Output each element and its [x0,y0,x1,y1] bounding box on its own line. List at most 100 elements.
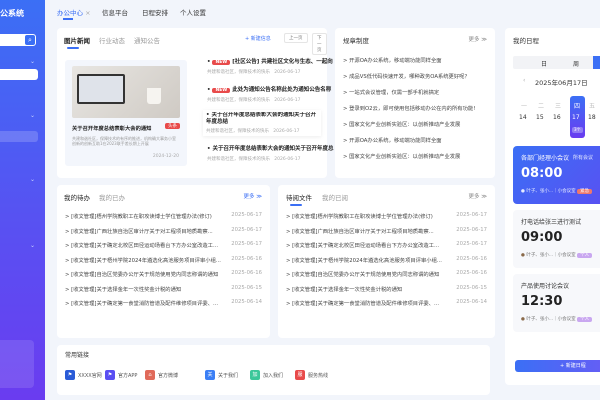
news-item[interactable]: • NEW [社区公告] 共建社区文化与生态、一起向 共建和谐社区，保障技术的快乐 … [207,57,337,75]
tab-office-center[interactable]: 办公中心 × [57,7,91,17]
event-card[interactable]: 各部门经理小会议 所有会议 08:00 ● 叶子、张小...｜小会议室 紧急 [513,146,600,204]
tab-pending-docs[interactable]: 待阅文件 [286,192,312,202]
news-item[interactable]: • 关于召开年度总结表彰大会的通知关于召开年度总结 共建和谐社区，保障技术的快乐 … [203,110,321,136]
new-schedule-button[interactable]: + 新建日程 [515,360,600,372]
list-item[interactable]: > [收文管理]关于选择金年一次性奖金计税的通知 2025-06-15 [286,285,487,295]
item-title: > [收文管理]关于确定第一食堂消防管道及配件维修项目评委、... [286,301,440,307]
tab-my-done[interactable]: 我的已办 [99,192,125,202]
next-page-button[interactable]: 下一页 [312,33,327,55]
list-item[interactable]: > [收文管理]关于确定第一食堂消防管道及配件维修项目评委、... 2025-06… [65,299,262,309]
news-item[interactable]: • NEW 此处为通知公告名称此处为通知公告名称 共建和谐社区，保障技术的快乐 20… [207,85,337,103]
item-title: > [收文管理]自治区党委办公厅关于规范使用党内同志称谓的通知 [286,272,440,278]
rule-item[interactable]: > 开源OA办公系统，移动端功能同样全面 [343,56,487,66]
avatar: ● [521,253,525,258]
close-icon[interactable]: × [85,9,90,17]
day-cell[interactable]: 18 [588,114,596,121]
link-icon: 加 [250,370,260,380]
link-label: 关于我们 [218,372,239,379]
list-item[interactable]: > [收文管理]关于确定北校区田径运动场看台下方办公室改造工... 2025-06… [65,241,262,251]
link-label: 加入我们 [263,372,284,379]
item-date: 2025-06-16 [456,270,487,276]
item-title: > [收文管理]关于确定北校区田径运动场看台下方办公室改造工... [65,243,219,249]
list-item[interactable]: > [收文管理]广西壮族自治区审计厅关于对工程项目地质勘察... 2025-06-… [65,227,262,237]
event-name: 各部门经理小会议 [521,155,570,162]
quick-link[interactable]: ⌂ 官方微博 [145,370,178,380]
prev-page-button[interactable]: 上一页 [284,33,308,43]
tab-my-todo[interactable]: 我的待办 [64,192,90,202]
sidebar-item-active[interactable] [0,69,38,80]
event-card[interactable]: 产品使用讨论会议 12:30 ● 叶子、张小...｜小会议室 个人 [513,274,600,332]
search-input[interactable]: ⌕ [0,34,36,46]
links-title: 常用链接 [65,352,90,359]
event-time: 08:00 [521,166,563,181]
list-item[interactable]: > [收文管理]关于梧州学院2024年遴选化高池服务项目评审小组... 2025-… [286,256,487,266]
rule-item[interactable]: > 国家文化产业创新实验区：以创新推动产业发展 [343,152,487,162]
search-icon[interactable]: ⌕ [25,35,35,45]
rule-item[interactable]: > 开源OA办公系统，移动端功能同样全面 [343,136,487,146]
sidebar-item-highlight[interactable] [0,131,38,142]
day-cell-today[interactable]: 17 [572,114,580,121]
sidebar: 公系统 ⌕ ⌄ ⌄ ⌄ ⌄ [0,0,45,400]
view-month[interactable]: 月 [593,56,600,69]
chevron-down-icon[interactable]: ⌄ [30,112,35,119]
list-item[interactable]: > [收文管理]广西壮族自治区审计厅关于对工程项目地质勘察... 2025-06-… [286,227,487,237]
news-item[interactable]: • 关于召开年度总结表彰大会的通知关于召开年度总 共建和谐社区，保障技术的快乐 2… [207,144,337,162]
quick-link[interactable]: 加加入我们 [250,370,283,380]
view-day[interactable]: 日 [541,59,547,68]
item-title: > [收文管理]关于梧州学院2024年遴选化高池服务项目评审小组... [65,257,221,264]
rule-item[interactable]: > 成品VS低代码快速开发，哪种政务OA系统更好呢？ [343,72,487,82]
featured-news[interactable]: 关于召开年度总结表彰大会的通知 头条 共建和谐社区，保障技术的有序的推进，机构确… [65,60,187,166]
list-item[interactable]: > [收文管理]关于确定北校区田径运动场看台下方办公室改造工... 2025-06… [286,241,487,251]
tab-notice[interactable]: 通知公告 [134,35,160,45]
quick-link[interactable]: 服服务热线 [295,370,328,380]
chevron-down-icon[interactable]: ⌄ [30,58,35,65]
tab-industry[interactable]: 行业动态 [99,35,125,45]
item-title: > [收文管理]自治区党委办公厅关于规范使用党内同志称谓的通知 [65,272,219,278]
list-item[interactable]: > [收文管理]梧州学院教职工在职攻读博士学位管理办法(修订) 2025-06-1… [286,212,487,222]
item-date: 2025-06-16 [231,270,262,276]
quick-link[interactable]: ⚑ 官方APP [105,370,137,380]
view-switcher: 日 周 月 [513,56,600,69]
list-item[interactable]: > [收文管理]关于选择金年一次性奖金计税的通知 2025-06-15 [65,285,262,295]
tab-settings[interactable]: 个人设置 [180,7,206,17]
day-cell[interactable]: 16 [553,114,561,121]
item-date: 2025-06-14 [456,299,487,305]
sidebar-user-box[interactable] [0,340,34,388]
tab-read-docs[interactable]: 我的已阅 [322,192,348,202]
top-nav: 办公中心 × 信息平台 日程安排 个人设置 [45,0,600,24]
current-date: 2025年06月17日 [535,79,588,87]
day-cell[interactable]: 15 [536,114,544,121]
rules-more-link[interactable]: 更多 ≫ [468,35,487,43]
link-label: XXXX官网 [78,372,102,379]
tab-info-platform[interactable]: 信息平台 [102,7,128,17]
view-week[interactable]: 周 [573,59,579,68]
chevron-down-icon[interactable]: ⌄ [30,242,35,249]
avatar: ● [521,189,525,194]
list-item[interactable]: > [收文管理]关于确定第一食堂消防管道及配件维修项目评委、... 2025-06… [286,299,487,309]
list-item[interactable]: > [收文管理]自治区党委办公厅关于规范使用党内同志称谓的通知 2025-06-1… [286,270,487,280]
item-date: 2025-06-17 [456,241,487,247]
docs-more-link[interactable]: 更多 ≫ [468,192,487,200]
prev-day-icon[interactable]: ‹ [523,77,525,84]
list-item[interactable]: > [收文管理]关于梧州学院2024年遴选化高池服务项目评审小组... 2025-… [65,256,262,266]
links-card: 常用链接 ⚑ XXXX官网 ⚑ 官方APP ⌂ 官方微博 关关于我们 加加入我们 服服务热线 [57,345,490,395]
list-item[interactable]: > [收文管理]自治区党委办公厅关于规范使用党内同志称谓的通知 2025-06-1… [65,270,262,280]
list-item[interactable]: > [收文管理]梧州学院教职工在职攻读博士学位管理办法(修订) 2025-06-1… [65,212,262,222]
day-cell[interactable]: 14 [519,114,527,121]
app-title: 公系统 [0,9,24,18]
todo-more-link[interactable]: 更多 ≫ [243,192,262,200]
item-date: 2025-06-17 [456,212,487,218]
link-label: 服务热线 [308,372,329,379]
chevron-down-icon[interactable]: ⌄ [30,176,35,183]
event-card[interactable]: 打电话给张三进行测试 09:00 ● 叶子、张小...｜小会议室 个人 [513,210,600,268]
weekday: 二 [538,103,545,110]
tab-schedule[interactable]: 日程安排 [142,7,168,17]
tab-picture-news[interactable]: 图片新闻 [64,35,90,45]
quick-link[interactable]: ⚑ XXXX官网 [65,370,102,380]
add-info-button[interactable]: + 新建信息 [245,35,271,42]
rule-item[interactable]: > 国家文化产业创新实验区：以创新推动产业发展 [343,120,487,130]
quick-link[interactable]: 关关于我们 [205,370,238,380]
event-category: 所有会议 [573,155,594,161]
rule-item[interactable]: > 登录到O2云，即可使用包括移动办公在内的所有功能! [343,104,487,114]
rule-item[interactable]: > 一站式会议管理，仅需一部手机就搞定 [343,88,487,98]
